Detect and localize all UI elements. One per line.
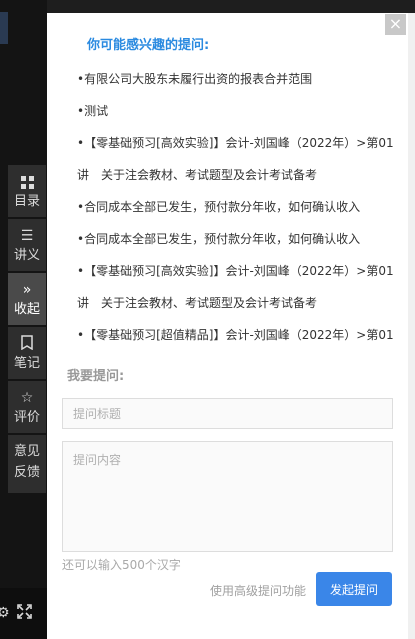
nav-label: 收起 xyxy=(13,302,40,317)
nav-rating[interactable]: ☆ 评价 xyxy=(8,381,46,433)
fullscreen-icon[interactable] xyxy=(17,604,32,624)
interested-questions-title: 你可能感兴趣的提问: xyxy=(87,38,210,53)
question-item-continuation[interactable]: 讲 关于注会教材、考试题型及会计考试备考 xyxy=(77,287,387,319)
close-icon[interactable]: × xyxy=(385,14,406,35)
nav-label-line2: 反馈 xyxy=(13,465,40,480)
star-icon: ☆ xyxy=(20,390,34,406)
char-limit-hint: 还可以输入500个汉字 xyxy=(62,558,181,572)
nav-catalog[interactable]: 目录 xyxy=(8,165,46,217)
nav-handout[interactable]: ☰ 讲义 xyxy=(8,219,46,271)
submit-question-button[interactable]: 发起提问 xyxy=(316,572,392,606)
question-item[interactable]: •合同成本全部已发生，预付款分年收，如何确认收入 xyxy=(77,223,387,255)
nav-label: 笔记 xyxy=(13,356,40,371)
question-item[interactable]: •测试 xyxy=(77,95,387,127)
question-content-input[interactable] xyxy=(62,441,393,552)
question-item[interactable]: •合同成本全部已发生，预付款分年收，如何确认收入 xyxy=(77,191,387,223)
question-panel: × 你可能感兴趣的提问: •有限公司大股东未履行出资的报表合并范围 •测试 •【… xyxy=(47,13,408,639)
settings-icon[interactable]: ⚙ xyxy=(0,604,10,622)
advanced-question-link[interactable]: 使用高级提问功能 xyxy=(210,582,306,599)
video-control-bar: ⚙ xyxy=(0,588,47,639)
collapse-icon: » xyxy=(22,282,32,298)
nav-feedback[interactable]: 意见 反馈 xyxy=(8,435,46,493)
nav-label: 评价 xyxy=(13,410,40,425)
question-item[interactable]: •有限公司大股东未履行出资的报表合并范围 xyxy=(77,63,387,95)
grid-icon xyxy=(8,173,46,191)
ask-question-title: 我要提问: xyxy=(67,369,125,384)
question-item-continuation[interactable]: 讲 关于注会教材、考试题型及会计考试备考 xyxy=(77,159,387,191)
note-icon xyxy=(8,335,46,353)
question-item[interactable]: •【零基础预习[高效实验]】会计-刘国峰（2022年）>第01 xyxy=(77,127,394,159)
panel-scroll-strip xyxy=(408,13,415,639)
question-list: •有限公司大股东未履行出资的报表合并范围 •测试 •【零基础预习[高效实验]】会… xyxy=(77,63,394,351)
list-icon: ☰ xyxy=(20,228,34,244)
nav-label: 目录 xyxy=(13,194,40,209)
nav-notes[interactable]: 笔记 xyxy=(8,327,46,379)
question-item[interactable]: •【零基础预习[超值精品]】会计-刘国峰（2022年）>第01 xyxy=(77,319,394,351)
video-frame-edge xyxy=(0,12,8,44)
nav-collapse[interactable]: » 收起 xyxy=(8,273,46,325)
question-item[interactable]: •【零基础预习[高效实验]】会计-刘国峰（2022年）>第01 xyxy=(77,255,394,287)
question-title-input[interactable] xyxy=(62,398,393,429)
side-navigation: 目录 ☰ 讲义 » 收起 笔记 ☆ 评价 意见 反馈 xyxy=(8,165,46,495)
nav-label: 意见 xyxy=(13,444,40,459)
nav-label: 讲义 xyxy=(13,248,40,263)
